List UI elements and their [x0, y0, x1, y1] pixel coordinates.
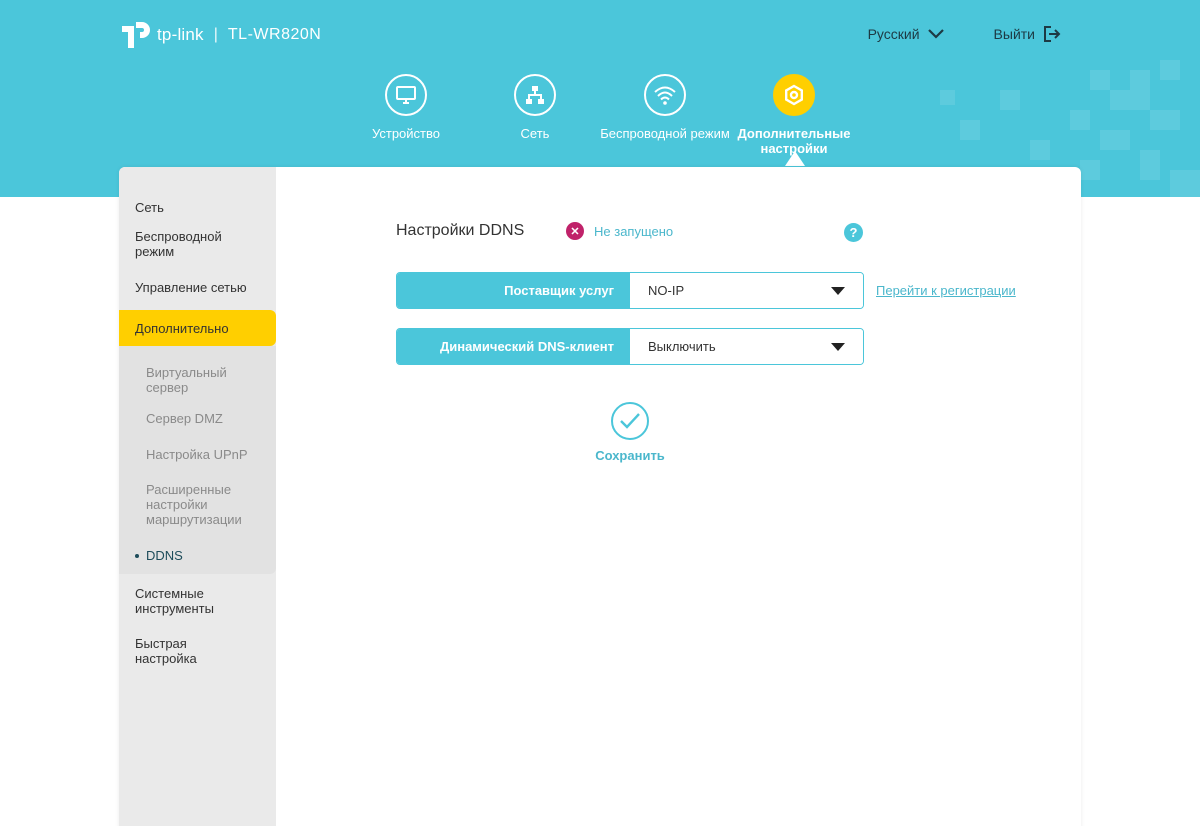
wifi-icon [654, 86, 676, 105]
brand-separator: | [213, 26, 218, 43]
nav-wireless[interactable]: Беспроводной режим [600, 74, 730, 141]
sidebar-item-upnp[interactable]: Настройка UPnP [119, 447, 276, 482]
nav-device[interactable]: Устройство [341, 74, 471, 141]
sidebar-item-virtual-server[interactable]: Виртуальный сервер [119, 352, 276, 411]
sidebar: Сеть Беспроводной режим Управление сетью… [119, 167, 276, 826]
language-selector[interactable]: Русский [868, 26, 944, 42]
dns-client-row: Динамический DNS-клиент Выключить [396, 328, 864, 365]
checkmark-icon [620, 413, 640, 429]
register-link[interactable]: Перейти к регистрации [876, 283, 1016, 298]
help-icon[interactable]: ? [844, 223, 863, 242]
sidebar-item-network[interactable]: Сеть [119, 167, 276, 229]
sidebar-item-routing[interactable]: Расширенные настройки маршрутизации [119, 482, 276, 548]
dropdown-arrow-icon [831, 342, 845, 351]
dns-client-value: Выключить [648, 339, 716, 354]
provider-row: Поставщик услуг NO-IP [396, 272, 864, 309]
monitor-icon [396, 86, 416, 104]
dns-client-select[interactable]: Выключить [630, 329, 863, 364]
gear-icon [785, 84, 803, 106]
content-area: Настройки DDNS ✕ Не запущено ? Поставщик… [276, 167, 1081, 826]
network-icon [526, 86, 544, 104]
provider-label: Поставщик услуг [397, 273, 630, 308]
sidebar-item-wireless[interactable]: Беспроводной режим [119, 229, 276, 280]
logout-icon [1044, 26, 1061, 42]
status-text: Не запущено [594, 223, 674, 239]
sidebar-item-system-tools[interactable]: Системные инструменты [119, 574, 276, 636]
sidebar-item-ddns[interactable]: DDNS [119, 548, 276, 564]
brand-text: tp-link [157, 25, 204, 44]
main-nav: Устройство Сеть Беспроводной режим Допол… [0, 74, 1200, 164]
ddns-status: ✕ Не запущено [566, 222, 673, 240]
tplink-logo: tp-link | TL-WR820N [119, 18, 321, 52]
logout-button[interactable]: Выйти [994, 25, 1061, 43]
active-nav-pointer [785, 151, 805, 166]
model-name: TL-WR820N [227, 26, 322, 43]
sidebar-item-advanced[interactable]: Дополнительно [119, 310, 276, 346]
tplink-logo-icon [119, 18, 153, 52]
language-label: Русский [867, 26, 920, 42]
nav-device-label: Устройство [371, 126, 440, 141]
logout-label: Выйти [993, 26, 1035, 42]
sidebar-item-quick-setup[interactable]: Быстрая настройка [119, 636, 276, 676]
advanced-submenu: Виртуальный сервер Сервер DMZ Настройка … [119, 346, 276, 574]
sidebar-item-dmz[interactable]: Сервер DMZ [119, 411, 276, 447]
nav-advanced[interactable]: Дополнительные настройки [729, 74, 859, 156]
main-panel: Сеть Беспроводной режим Управление сетью… [119, 167, 1081, 826]
provider-value: NO-IP [648, 283, 685, 298]
page-title: Настройки DDNS [396, 222, 525, 239]
chevron-down-icon [927, 29, 944, 39]
dropdown-arrow-icon [831, 286, 845, 295]
provider-select[interactable]: NO-IP [630, 273, 863, 308]
sidebar-item-network-management[interactable]: Управление сетью [119, 280, 276, 310]
nav-network-label: Сеть [520, 126, 550, 141]
save-button[interactable]: Сохранить [588, 402, 672, 463]
dns-client-label: Динамический DNS-клиент [397, 329, 630, 364]
nav-network[interactable]: Сеть [470, 74, 600, 141]
nav-wireless-label: Беспроводной режим [600, 126, 730, 141]
save-label: Сохранить [595, 448, 665, 463]
error-icon: ✕ [566, 222, 584, 240]
